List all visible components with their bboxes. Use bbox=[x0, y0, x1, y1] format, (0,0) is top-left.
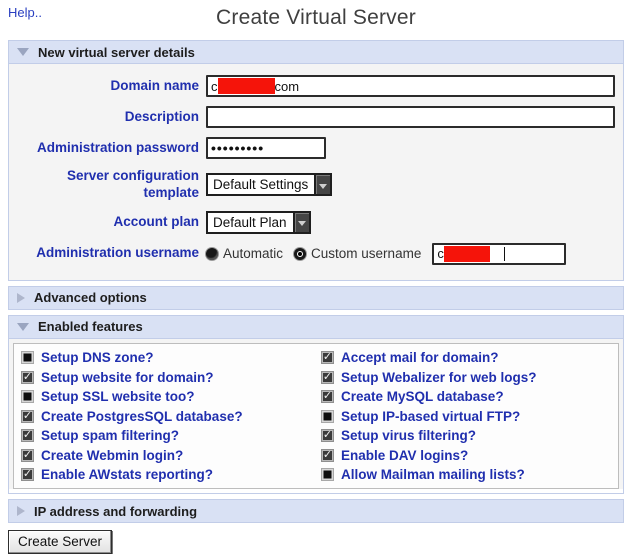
row-admin-username: Administration username Automatic Custom… bbox=[15, 242, 615, 265]
feature-webmin-login: Create Webmin login? bbox=[16, 445, 316, 465]
domain-value-suffix: com bbox=[274, 78, 300, 94]
feature-label: Setup virus filtering? bbox=[341, 428, 477, 443]
feature-checkbox[interactable] bbox=[321, 370, 334, 384]
automatic-radio[interactable] bbox=[206, 247, 218, 260]
help-link[interactable]: Help.. bbox=[8, 5, 42, 20]
server-config-template-label: Server configuration template bbox=[66, 168, 199, 200]
feature-label: Create Webmin login? bbox=[41, 447, 184, 463]
redaction-box bbox=[443, 245, 490, 262]
row-account-plan: Account plan Default Plan bbox=[15, 210, 615, 234]
section-header-features[interactable]: Enabled features bbox=[9, 315, 623, 338]
feature-checkbox[interactable] bbox=[321, 409, 334, 423]
collapse-triangle-icon[interactable] bbox=[17, 322, 29, 331]
create-server-button[interactable]: Create Server bbox=[8, 530, 113, 554]
section-title: Advanced options bbox=[34, 290, 147, 306]
feature-label: Setup website for domain? bbox=[41, 369, 214, 385]
dropdown-arrow-icon[interactable] bbox=[314, 175, 331, 195]
select-value: Default Plan bbox=[213, 214, 287, 230]
feature-label: Create PostgresSQL database? bbox=[41, 408, 243, 424]
feature-setup-dns-zone: Setup DNS zone? bbox=[16, 348, 316, 368]
section-advanced-options: Advanced options bbox=[8, 285, 624, 310]
feature-checkbox[interactable] bbox=[21, 468, 34, 481]
feature-label: Setup Webalizer for web logs? bbox=[341, 369, 537, 385]
row-admin-password: Administration password ••••••••• bbox=[15, 137, 615, 159]
feature-checkbox[interactable] bbox=[21, 429, 34, 442]
feature-checkbox[interactable] bbox=[21, 351, 34, 364]
text-cursor bbox=[503, 246, 505, 261]
automatic-radio-label: Automatic bbox=[223, 246, 284, 262]
feature-awstats: Enable AWstats reporting? bbox=[16, 465, 316, 485]
feature-label: Setup SSL website too? bbox=[41, 389, 195, 404]
feature-label: Accept mail for domain? bbox=[341, 350, 499, 365]
section-title: IP address and forwarding bbox=[34, 503, 198, 519]
section-body-details: Domain name c com Description Administrat… bbox=[9, 63, 623, 280]
footer: Create Server bbox=[8, 530, 624, 554]
feature-mailman: Allow Mailman mailing lists? bbox=[316, 465, 616, 485]
feature-label: Enable DAV logins? bbox=[341, 447, 469, 463]
description-label: Description bbox=[124, 108, 199, 124]
description-input[interactable] bbox=[206, 106, 615, 128]
features-grid: Setup DNS zone? Accept mail for domain? … bbox=[13, 342, 619, 490]
top-bar: Help.. Create Virtual Server bbox=[0, 0, 632, 40]
feature-checkbox[interactable] bbox=[321, 351, 334, 364]
collapse-triangle-icon[interactable] bbox=[17, 292, 25, 303]
row-server-config-template: Server configuration template Default Se… bbox=[15, 168, 615, 202]
domain-name-input[interactable]: c com bbox=[206, 75, 615, 97]
feature-setup-ssl: Setup SSL website too? bbox=[16, 387, 316, 407]
row-domain-name: Domain name c com bbox=[15, 75, 615, 97]
row-description: Description bbox=[15, 106, 615, 128]
admin-username-label: Administration username bbox=[36, 245, 199, 261]
feature-checkbox[interactable] bbox=[321, 468, 334, 481]
dropdown-arrow-icon[interactable] bbox=[292, 212, 309, 232]
section-new-virtual-server-details: New virtual server details Domain name c… bbox=[8, 40, 624, 281]
feature-label: Setup IP-based virtual FTP? bbox=[341, 408, 521, 424]
redaction-box bbox=[217, 78, 275, 94]
section-title: New virtual server details bbox=[38, 44, 195, 60]
section-ip-address-forwarding: IP address and forwarding bbox=[8, 499, 624, 524]
custom-username-radio[interactable] bbox=[294, 247, 307, 260]
feature-label: Setup spam filtering? bbox=[41, 428, 180, 443]
feature-create-postgres: Create PostgresSQL database? bbox=[16, 406, 316, 426]
feature-checkbox[interactable] bbox=[321, 448, 334, 462]
section-header-ip[interactable]: IP address and forwarding bbox=[9, 500, 623, 523]
feature-setup-webalizer: Setup Webalizer for web logs? bbox=[316, 367, 616, 387]
feature-ip-virtual-ftp: Setup IP-based virtual FTP? bbox=[316, 406, 616, 426]
feature-label: Allow Mailman mailing lists? bbox=[341, 467, 525, 482]
section-header-details[interactable]: New virtual server details bbox=[9, 41, 623, 63]
admin-password-input[interactable]: ••••••••• bbox=[206, 137, 326, 159]
feature-checkbox[interactable] bbox=[21, 448, 34, 462]
collapse-triangle-icon[interactable] bbox=[17, 506, 25, 517]
section-body-features: Setup DNS zone? Accept mail for domain? … bbox=[9, 337, 623, 490]
custom-username-radio-label: Custom username bbox=[311, 246, 422, 262]
admin-password-label: Administration password bbox=[36, 139, 199, 155]
account-plan-label: Account plan bbox=[113, 213, 199, 229]
feature-checkbox[interactable] bbox=[321, 390, 334, 403]
create-virtual-server-page: { "page": { "help_link": "Help..", "titl… bbox=[0, 0, 632, 554]
collapse-triangle-icon[interactable] bbox=[17, 48, 29, 56]
feature-create-mysql: Create MySQL database? bbox=[316, 387, 616, 407]
feature-checkbox[interactable] bbox=[21, 370, 34, 384]
feature-label: Create MySQL database? bbox=[341, 389, 504, 404]
feature-checkbox[interactable] bbox=[21, 409, 34, 423]
feature-spam-filtering: Setup spam filtering? bbox=[16, 426, 316, 446]
domain-name-label: Domain name bbox=[110, 77, 199, 93]
section-title: Enabled features bbox=[38, 319, 143, 335]
custom-username-input[interactable]: c bbox=[432, 242, 567, 265]
server-config-template-select[interactable]: Default Settings bbox=[206, 173, 333, 197]
feature-checkbox[interactable] bbox=[321, 429, 334, 442]
feature-label: Setup DNS zone? bbox=[41, 350, 154, 365]
section-header-advanced[interactable]: Advanced options bbox=[9, 286, 623, 309]
feature-virus-filtering: Setup virus filtering? bbox=[316, 426, 616, 446]
feature-accept-mail: Accept mail for domain? bbox=[316, 348, 616, 368]
page-title: Create Virtual Server bbox=[216, 6, 416, 29]
feature-label: Enable AWstats reporting? bbox=[41, 467, 214, 482]
feature-setup-website: Setup website for domain? bbox=[16, 367, 316, 387]
feature-dav-logins: Enable DAV logins? bbox=[316, 445, 616, 465]
section-enabled-features: Enabled features Setup DNS zone? Accept … bbox=[8, 314, 624, 495]
feature-checkbox[interactable] bbox=[21, 390, 34, 403]
account-plan-select[interactable]: Default Plan bbox=[206, 210, 311, 234]
select-value: Default Settings bbox=[213, 177, 309, 193]
